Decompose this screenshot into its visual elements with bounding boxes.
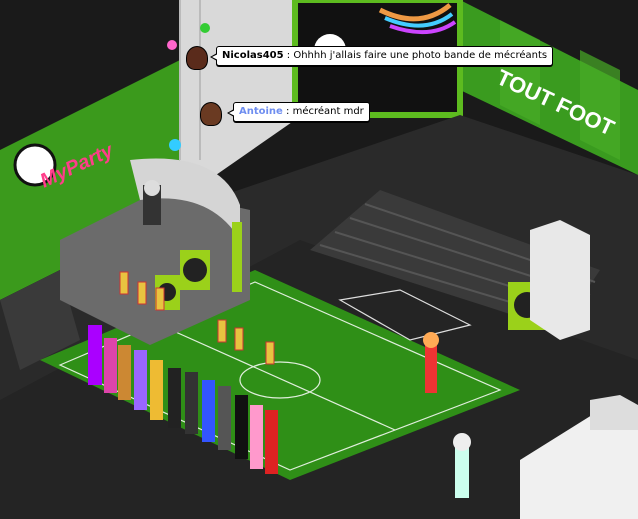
light-pole — [232, 222, 242, 292]
avatar[interactable] — [88, 325, 102, 385]
avatar[interactable] — [104, 338, 117, 393]
stage-light — [169, 139, 181, 151]
chat-username[interactable]: Antoine — [239, 106, 283, 117]
speaker-cone — [183, 258, 207, 282]
avatar[interactable] — [118, 345, 131, 400]
avatar[interactable] — [150, 360, 163, 420]
chat-message: mécréant mdr — [292, 106, 364, 117]
avatar[interactable] — [250, 405, 263, 469]
avatar-dj-head[interactable] — [144, 180, 160, 196]
avatar-white-head[interactable] — [453, 433, 471, 451]
chat-bubble: Antoine : mécréant mdr — [227, 102, 370, 122]
stage-light — [167, 40, 177, 50]
avatar[interactable] — [134, 350, 147, 410]
avatar-head-nicolas405[interactable] — [186, 46, 208, 70]
avatar[interactable] — [218, 386, 231, 450]
avatar[interactable] — [168, 368, 181, 428]
avatar[interactable] — [235, 395, 248, 459]
avatar[interactable] — [185, 372, 198, 434]
white-block — [530, 220, 590, 340]
avatar-pitch-head[interactable] — [423, 332, 439, 348]
chat-separator: : — [282, 106, 293, 117]
avatar[interactable] — [265, 410, 278, 474]
chat-separator: : — [283, 50, 294, 61]
chat-username[interactable]: Nicolas405 — [222, 50, 284, 61]
avatar[interactable] — [202, 380, 215, 442]
room-scene — [0, 0, 638, 519]
chat-bubble: Nicolas405 : Ohhhh j'allais faire une ph… — [209, 46, 554, 66]
stage-light — [200, 23, 210, 33]
avatar-head-antoine[interactable] — [200, 102, 222, 126]
chat-message: Ohhhh j'allais faire une photo bande de … — [293, 50, 548, 61]
